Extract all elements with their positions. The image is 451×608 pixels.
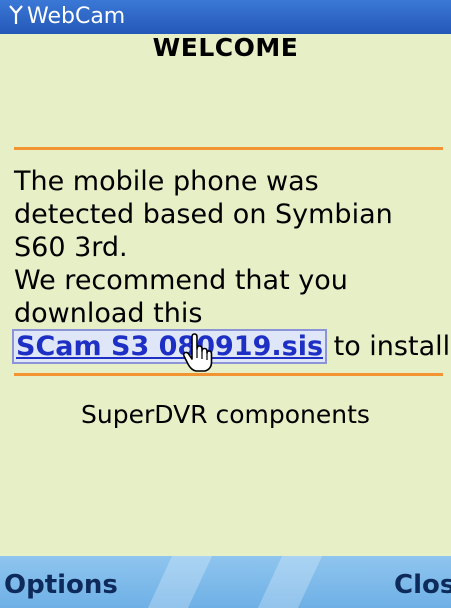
- bottom-divider: [14, 373, 443, 376]
- message-line: detected based on Symbian: [14, 199, 393, 230]
- link-suffix-text: to install.: [325, 331, 451, 362]
- softkey-bar-highlight: [257, 556, 323, 608]
- hand-cursor-icon: [182, 333, 213, 372]
- options-softkey[interactable]: Options: [4, 568, 118, 602]
- message-line: S60 3rd.: [14, 232, 128, 263]
- link-line: SCam S3 080919.sis to install.: [11, 329, 451, 364]
- message-line: download this: [14, 298, 203, 329]
- download-sis-link[interactable]: SCam S3 080919.sis: [11, 329, 328, 364]
- app-title: WebCam: [27, 4, 126, 29]
- message-line: We recommend that you: [14, 265, 348, 296]
- softkey-bar-highlight: [147, 556, 213, 608]
- install-message: The mobile phone was detected based on S…: [11, 165, 451, 364]
- close-softkey[interactable]: Close: [394, 568, 451, 602]
- phone-screen: WebCam WELCOME The mobile phone was dete…: [0, 0, 451, 608]
- title-bar: WebCam: [0, 0, 451, 34]
- top-divider: [14, 147, 443, 150]
- signal-antenna-icon: [9, 5, 23, 24]
- components-label: SuperDVR components: [81, 400, 370, 429]
- softkey-bar: Options Close: [0, 556, 451, 608]
- message-line: The mobile phone was: [14, 166, 319, 197]
- welcome-heading: WELCOME: [152, 33, 299, 62]
